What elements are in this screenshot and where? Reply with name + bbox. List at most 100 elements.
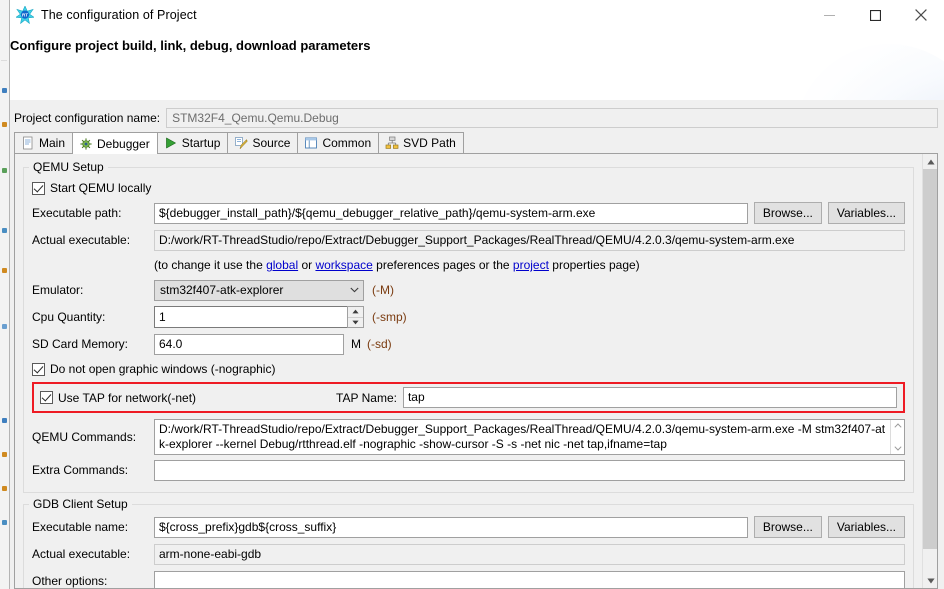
tab-label: SVD Path bbox=[403, 136, 456, 150]
vertical-scrollbar[interactable] bbox=[922, 154, 937, 588]
cpu-quantity-input[interactable]: 1 bbox=[154, 306, 347, 328]
executable-path-input[interactable]: ${debugger_install_path}/${qemu_debugger… bbox=[154, 202, 748, 224]
rt-thread-logo-icon: RT bbox=[15, 5, 35, 25]
table-icon bbox=[304, 136, 318, 150]
extra-commands-label: Extra Commands: bbox=[32, 463, 129, 477]
executable-path-browse-button[interactable]: Browse... bbox=[753, 202, 822, 224]
emulator-label: Emulator: bbox=[32, 283, 84, 297]
actual-executable-value: D:/work/RT-ThreadStudio/repo/Extract/Deb… bbox=[154, 229, 905, 251]
tap-name-label: TAP Name: bbox=[336, 390, 397, 405]
cpu-quantity-spin-buttons[interactable] bbox=[347, 306, 364, 328]
gdb-actual-executable-value: arm-none-eabi-gdb bbox=[154, 543, 905, 565]
maximize-icon[interactable] bbox=[852, 0, 898, 30]
tab-label: Debugger bbox=[97, 136, 150, 151]
sd-card-memory-label: SD Card Memory: bbox=[32, 337, 129, 351]
hint-suffix: properties page) bbox=[548, 258, 640, 272]
gdb-actual-executable-label: Actual executable: bbox=[32, 547, 131, 561]
page-title: Configure project build, link, debug, do… bbox=[10, 38, 371, 53]
tab-main[interactable]: Main bbox=[14, 132, 74, 153]
config-name-input[interactable]: STM32F4_Qemu.Qemu.Debug bbox=[166, 108, 938, 128]
project-link[interactable]: project bbox=[513, 258, 549, 272]
scroll-down-icon[interactable] bbox=[893, 444, 902, 453]
settings-content: QEMU Setup Start QEMU locally Executable… bbox=[15, 154, 922, 588]
emulator-value: stm32f407-atk-explorer bbox=[160, 283, 284, 297]
hierarchy-icon bbox=[385, 136, 399, 150]
executable-path-label: Executable path: bbox=[32, 206, 122, 220]
sd-card-memory-flag: (-sd) bbox=[367, 337, 392, 351]
tap-network-highlight-region: Use TAP for network(-net) TAP Name: tap bbox=[32, 382, 905, 413]
green-play-icon bbox=[164, 136, 178, 150]
config-name-label: Project configuration name: bbox=[14, 111, 161, 125]
tab-label: Common bbox=[322, 136, 372, 150]
hint-mid2: preferences pages or the bbox=[372, 258, 513, 272]
decorative-arc bbox=[794, 44, 944, 100]
bug-gear-icon bbox=[79, 137, 93, 151]
scrollbar-thumb[interactable] bbox=[923, 169, 937, 549]
gdb-client-setup-group-inner: Executable name: ${cross_prefix}gdb${cro… bbox=[23, 511, 914, 588]
dialog-body: Project configuration name: STM32F4_Qemu… bbox=[10, 100, 944, 589]
source-pencil-icon bbox=[234, 136, 248, 150]
qemu-setup-group-inner: Start QEMU locally Executable path: ${de… bbox=[23, 174, 914, 493]
configuration-dialog-window: RT The configuration of Project Configur… bbox=[0, 0, 944, 589]
tab-source[interactable]: Source bbox=[227, 132, 299, 153]
tab-label: Startup bbox=[181, 136, 221, 150]
document-icon bbox=[21, 136, 35, 150]
header-band: Configure project build, link, debug, do… bbox=[10, 30, 944, 100]
close-icon[interactable] bbox=[898, 0, 944, 30]
scroll-down-icon[interactable] bbox=[923, 573, 937, 588]
tap-name-input[interactable]: tap bbox=[402, 387, 897, 408]
executable-path-variables-button[interactable]: Variables... bbox=[827, 202, 905, 224]
sd-card-memory-input[interactable]: 64.0 bbox=[154, 333, 344, 355]
tab-label: Source bbox=[252, 136, 291, 150]
config-name-row: Project configuration name: STM32F4_Qemu… bbox=[14, 108, 938, 128]
tab-debugger[interactable]: Debugger bbox=[72, 132, 158, 154]
hint-mid1: or bbox=[298, 258, 316, 272]
cpu-quantity-label: Cpu Quantity: bbox=[32, 310, 106, 324]
minimize-icon[interactable] bbox=[806, 0, 852, 30]
tab-label: Main bbox=[39, 136, 66, 150]
qemu-commands-textarea[interactable]: D:/work/RT-ThreadStudio/repo/Extract/Deb… bbox=[154, 419, 905, 455]
tab-bar: Main Debugger Startup Source Common SVD … bbox=[14, 132, 938, 154]
qemu-commands-label: QEMU Commands: bbox=[32, 430, 137, 444]
checkbox-label: Do not open graphic windows (-nographic) bbox=[50, 362, 276, 376]
gdb-executable-name-input[interactable]: ${cross_prefix}gdb${cross_suffix} bbox=[154, 516, 748, 538]
sd-card-memory-unit: M bbox=[351, 337, 361, 351]
chevron-down-icon bbox=[346, 281, 363, 300]
gdb-other-options-input[interactable] bbox=[154, 570, 905, 588]
cpu-quantity-stepper[interactable]: 1 bbox=[154, 306, 364, 328]
tab-common[interactable]: Common bbox=[297, 132, 380, 153]
emulator-flag: (-M) bbox=[372, 283, 394, 297]
window-controls bbox=[806, 0, 944, 30]
scroll-up-icon[interactable] bbox=[893, 421, 902, 430]
emulator-select[interactable]: stm32f407-atk-explorer bbox=[154, 279, 364, 301]
checkbox-label: Start QEMU locally bbox=[50, 181, 152, 195]
hint-prefix: (to change it use the bbox=[154, 258, 267, 272]
qemu-commands-scrollbar[interactable] bbox=[890, 420, 904, 454]
qemu-setup-group-title: QEMU Setup bbox=[29, 160, 108, 174]
checkbox-box bbox=[32, 362, 45, 376]
workspace-link[interactable]: workspace bbox=[315, 258, 372, 272]
extra-commands-input[interactable] bbox=[154, 459, 905, 481]
checkbox-box bbox=[32, 181, 45, 195]
background-ide-strip bbox=[0, 0, 10, 589]
start-qemu-locally-checkbox[interactable]: Start QEMU locally bbox=[32, 181, 151, 195]
qemu-commands-value: D:/work/RT-ThreadStudio/repo/Extract/Deb… bbox=[159, 422, 886, 451]
nographic-checkbox[interactable]: Do not open graphic windows (-nographic) bbox=[32, 362, 275, 376]
gdb-executable-browse-button[interactable]: Browse... bbox=[753, 516, 822, 538]
use-tap-checkbox[interactable]: Use TAP for network(-net) bbox=[40, 391, 196, 405]
cpu-quantity-flag: (-smp) bbox=[372, 310, 407, 324]
gdb-executable-name-label: Executable name: bbox=[32, 520, 129, 534]
gdb-other-options-label: Other options: bbox=[32, 574, 108, 588]
global-link[interactable]: global bbox=[266, 258, 298, 272]
tab-svd-path[interactable]: SVD Path bbox=[378, 132, 464, 153]
qemu-setup-group: QEMU Setup Start QEMU locally Executable… bbox=[23, 160, 914, 493]
gdb-executable-variables-button[interactable]: Variables... bbox=[827, 516, 905, 538]
spin-down-icon[interactable] bbox=[348, 318, 363, 328]
gdb-client-setup-group: GDB Client Setup Executable name: ${cros… bbox=[23, 497, 914, 588]
settings-pane: QEMU Setup Start QEMU locally Executable… bbox=[14, 154, 938, 589]
spin-up-icon[interactable] bbox=[348, 307, 363, 318]
preferences-hint: (to change it use the global or workspac… bbox=[154, 258, 640, 272]
tab-startup[interactable]: Startup bbox=[156, 132, 229, 153]
scroll-up-icon[interactable] bbox=[923, 154, 937, 169]
window-title: The configuration of Project bbox=[41, 8, 197, 22]
